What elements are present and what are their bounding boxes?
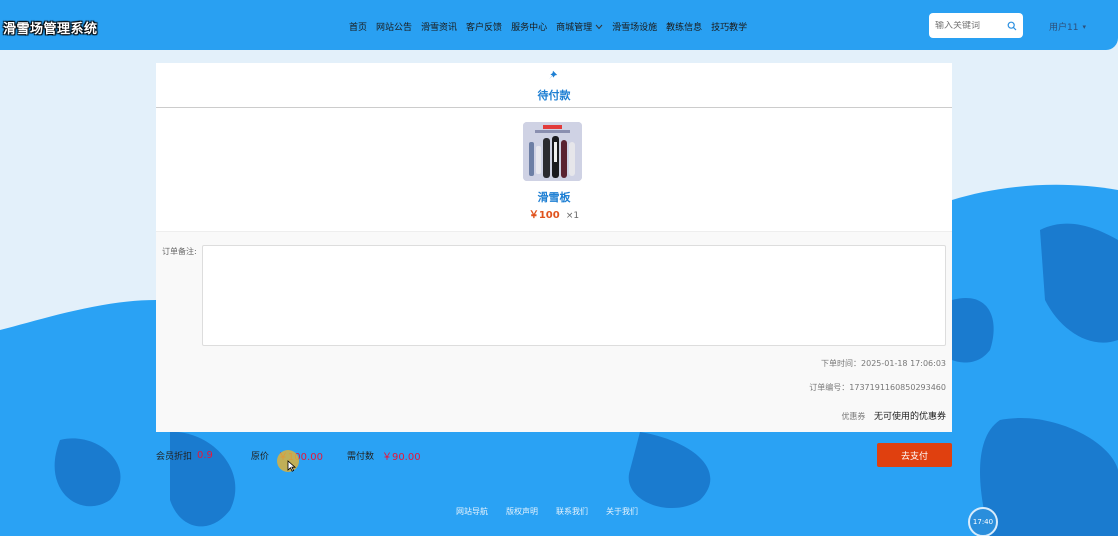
pin-icon [549, 70, 558, 80]
coupon-value: 无可使用的优惠券 [873, 412, 946, 422]
product-price: ￥100 [528, 210, 560, 221]
search-icon[interactable] [1007, 21, 1017, 31]
search-box [929, 13, 1023, 38]
search-input[interactable] [935, 20, 999, 31]
payable-label: 需付数 [346, 452, 374, 462]
product-image[interactable] [523, 122, 582, 181]
order-status-header: 待付款 [156, 63, 952, 108]
nav-item-mall[interactable]: 商城管理 [556, 20, 603, 33]
coupon-row[interactable]: 优惠券 无可使用的优惠券 [841, 409, 946, 422]
nav-item-facilities[interactable]: 滑雪场设施 [612, 20, 657, 33]
original-price-label: 原价 [250, 452, 269, 462]
product-section: 滑雪板 ￥100 ×1 [156, 108, 952, 232]
discount-value: 0.9 [197, 450, 213, 461]
clock-widget: 17:40 [968, 507, 998, 536]
discount-label: 会员折扣 [156, 452, 193, 462]
top-navbar: 滑雪场管理系统 首页 网站公告 滑雪资讯 客户反馈 服务中心 商城管理 滑雪场设… [0, 0, 1118, 50]
order-status-title: 待付款 [537, 89, 571, 102]
footer-link-about[interactable]: 关于我们 [606, 506, 638, 517]
nav-item-ski-news[interactable]: 滑雪资讯 [421, 20, 457, 33]
site-title: 滑雪场管理系统 [3, 22, 98, 37]
mouse-pointer-icon [287, 460, 297, 472]
order-time: 下单时间：2025-01-18 17:06:03 [821, 359, 946, 368]
nav-item-coaches[interactable]: 教练信息 [666, 20, 702, 33]
snowboard-image [523, 122, 582, 181]
nav-item-feedback[interactable]: 客户反馈 [466, 20, 502, 33]
order-remark-textarea[interactable] [202, 245, 946, 346]
nav-item-skills[interactable]: 技巧教学 [711, 20, 747, 33]
product-name[interactable]: 滑雪板 [156, 189, 952, 205]
order-card: 待付款 滑雪板 ￥100 ×1 订单备注: 下单时间：2025-01-18 17… [156, 63, 952, 432]
footer-link-contact[interactable]: 联系我们 [556, 506, 588, 517]
nav-item-mall-label: 商城管理 [556, 23, 593, 33]
coupon-label: 优惠券 [841, 412, 866, 421]
footer-links: 网站导航 版权声明 联系我们 关于我们 [456, 506, 638, 517]
product-price-line: ￥100 ×1 [156, 206, 952, 221]
order-number: 订单编号：1737191160850293460 [809, 383, 946, 392]
user-name: 用户11 [1049, 23, 1079, 33]
nav-item-announcements[interactable]: 网站公告 [376, 20, 412, 33]
payable-value: ￥90.00 [381, 452, 421, 463]
nav-item-home[interactable]: 首页 [349, 20, 367, 33]
remark-label: 订单备注: [162, 247, 197, 256]
main-nav: 首页 网站公告 滑雪资讯 客户反馈 服务中心 商城管理 滑雪场设施 教练信息 技… [349, 20, 756, 33]
footer-link-copyright[interactable]: 版权声明 [506, 506, 538, 517]
caret-down-icon: ▾ [1082, 22, 1086, 31]
user-menu[interactable]: 用户11 ▾ [1049, 20, 1086, 34]
nav-item-service-center[interactable]: 服务中心 [511, 20, 547, 33]
product-quantity: ×1 [565, 211, 580, 221]
chevron-down-icon [595, 24, 603, 29]
pay-button[interactable]: 去支付 [877, 443, 952, 467]
footer-link-site-nav[interactable]: 网站导航 [456, 506, 488, 517]
